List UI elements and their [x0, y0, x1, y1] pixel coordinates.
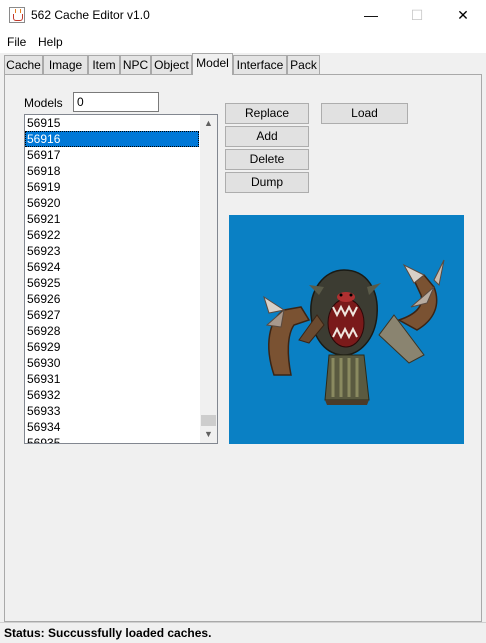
scroll-thumb[interactable]	[201, 415, 216, 426]
models-label: Models	[24, 96, 63, 110]
list-item[interactable]: 56931	[25, 371, 199, 387]
list-item[interactable]: 56918	[25, 163, 199, 179]
add-button[interactable]: Add	[225, 126, 309, 147]
list-item-selected[interactable]: 56916	[25, 131, 199, 147]
minimize-button[interactable]: —	[348, 0, 394, 31]
list-item[interactable]: 56919	[25, 179, 199, 195]
status-text: Status: Succussfully loaded caches.	[4, 626, 212, 640]
list-item[interactable]: 56933	[25, 403, 199, 419]
list-item[interactable]: 56927	[25, 307, 199, 323]
replace-button[interactable]: Replace	[225, 103, 309, 124]
tab-npc[interactable]: NPC	[120, 55, 151, 74]
list-item[interactable]: 56917	[25, 147, 199, 163]
list-item[interactable]: 56924	[25, 259, 199, 275]
tab-pack[interactable]: Pack	[287, 55, 320, 74]
model-id-field[interactable]	[73, 92, 159, 112]
scroll-up-icon[interactable]: ▲	[200, 115, 217, 132]
status-separator	[0, 622, 486, 623]
menu-file[interactable]: File	[7, 35, 26, 49]
tab-object[interactable]: Object	[151, 55, 192, 74]
java-app-icon	[9, 7, 25, 23]
model-list[interactable]: 56915 56916 56917 56918 56919 56920 56921 56922…	[24, 114, 218, 444]
list-item[interactable]: 56930	[25, 355, 199, 371]
tab-model[interactable]: Model	[192, 53, 233, 75]
list-item[interactable]: 56925	[25, 275, 199, 291]
maximize-button[interactable]: ☐	[394, 0, 440, 31]
scroll-down-icon[interactable]: ▼	[200, 426, 217, 443]
model-render	[263, 259, 445, 405]
list-scrollbar[interactable]: ▲ ▼	[200, 115, 217, 443]
close-button[interactable]: ✕	[440, 0, 486, 31]
list-item[interactable]: 56920	[25, 195, 199, 211]
tab-cache[interactable]: Cache	[4, 55, 43, 74]
tab-item[interactable]: Item	[88, 55, 120, 74]
window-title: 562 Cache Editor v1.0	[31, 8, 150, 22]
list-item[interactable]: 56935	[25, 435, 199, 443]
title-bar: 562 Cache Editor v1.0 — ☐ ✕	[0, 0, 486, 31]
model-viewer[interactable]	[229, 215, 464, 444]
menu-help[interactable]: Help	[38, 35, 63, 49]
tab-interface[interactable]: Interface	[233, 55, 287, 74]
list-item[interactable]: 56915	[25, 115, 199, 131]
list-item[interactable]: 56934	[25, 419, 199, 435]
dump-button[interactable]: Dump	[225, 172, 309, 193]
list-item[interactable]: 56923	[25, 243, 199, 259]
list-item[interactable]: 56926	[25, 291, 199, 307]
menu-bar: File Help	[0, 31, 486, 53]
load-button[interactable]: Load	[321, 103, 408, 124]
delete-button[interactable]: Delete	[225, 149, 309, 170]
list-item[interactable]: 56929	[25, 339, 199, 355]
list-item[interactable]: 56922	[25, 227, 199, 243]
list-item[interactable]: 56921	[25, 211, 199, 227]
tab-image[interactable]: Image	[43, 55, 88, 74]
list-item[interactable]: 56928	[25, 323, 199, 339]
list-item[interactable]: 56932	[25, 387, 199, 403]
